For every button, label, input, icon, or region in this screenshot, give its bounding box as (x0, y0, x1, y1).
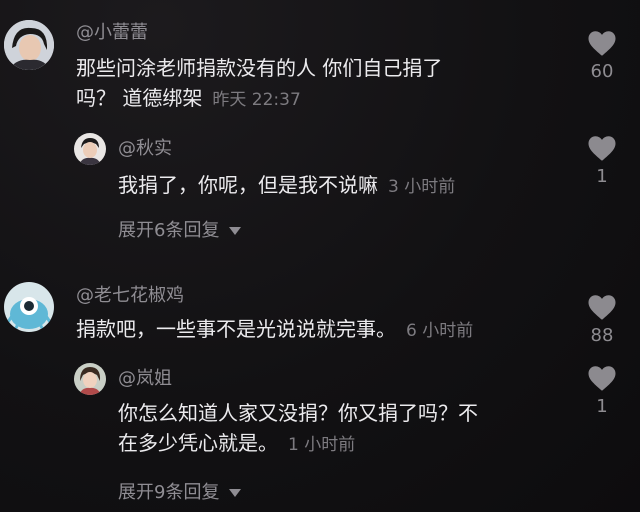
comment-text-line: 吗？ 道德绑架 (76, 86, 203, 110)
user-avatar-icon (4, 282, 54, 332)
like-button[interactable]: 88 (582, 294, 622, 347)
expand-replies-button[interactable]: 展开6条回复 (118, 220, 242, 242)
comment-text: 那些问涂老师捐款没有的人 你们自己捐了 吗？ 道德绑架 昨天 22:37 (76, 53, 536, 115)
reply-text: 你怎么知道人家又没捐？你又捐了吗？不 在多少凭心就是。 1 小时前 (118, 398, 568, 460)
comment-text-line: 那些问涂老师捐款没有的人 你们自己捐了 (76, 56, 443, 80)
avatar[interactable] (74, 363, 106, 395)
reply-text: 我捐了，你呢，但是我不说嘛 3 小时前 (118, 173, 456, 197)
avatar[interactable] (4, 20, 54, 70)
heart-icon (588, 136, 616, 161)
reply-text-line: 在多少凭心就是。 (118, 431, 278, 455)
user-avatar-icon (4, 20, 54, 70)
like-count: 1 (596, 166, 608, 187)
like-count: 1 (596, 396, 608, 417)
avatar[interactable] (74, 133, 106, 165)
like-button[interactable]: 60 (582, 30, 622, 83)
like-button[interactable]: 1 (582, 365, 622, 418)
caret-down-icon (229, 227, 242, 235)
like-button[interactable]: 1 (582, 135, 622, 188)
user-avatar-icon (74, 363, 106, 395)
heart-icon (588, 366, 616, 391)
reply-username[interactable]: @岚姐 (118, 368, 172, 390)
comment-username[interactable]: @小蕾蕾 (76, 22, 148, 44)
like-count: 60 (590, 61, 614, 82)
heart-icon (588, 295, 616, 320)
comment-timestamp: 6 小时前 (406, 321, 474, 341)
like-count: 88 (590, 325, 614, 346)
reply-text-line: 你怎么知道人家又没捐？你又捐了吗？不 (118, 401, 478, 425)
reply-username[interactable]: @秋实 (118, 138, 172, 160)
heart-icon (588, 31, 616, 56)
expand-replies-button[interactable]: 展开9条回复 (118, 482, 242, 504)
comment-text: 捐款吧，一些事不是光说说就完事。 6 小时前 (76, 317, 474, 341)
comment-username[interactable]: @老七花椒鸡 (76, 285, 184, 307)
reply-timestamp: 1 小时前 (288, 435, 356, 455)
caret-down-icon (229, 489, 242, 497)
comment-timestamp: 昨天 22:37 (212, 90, 301, 110)
reply-timestamp: 3 小时前 (388, 177, 456, 197)
avatar[interactable] (4, 282, 54, 332)
user-avatar-icon (74, 133, 106, 165)
